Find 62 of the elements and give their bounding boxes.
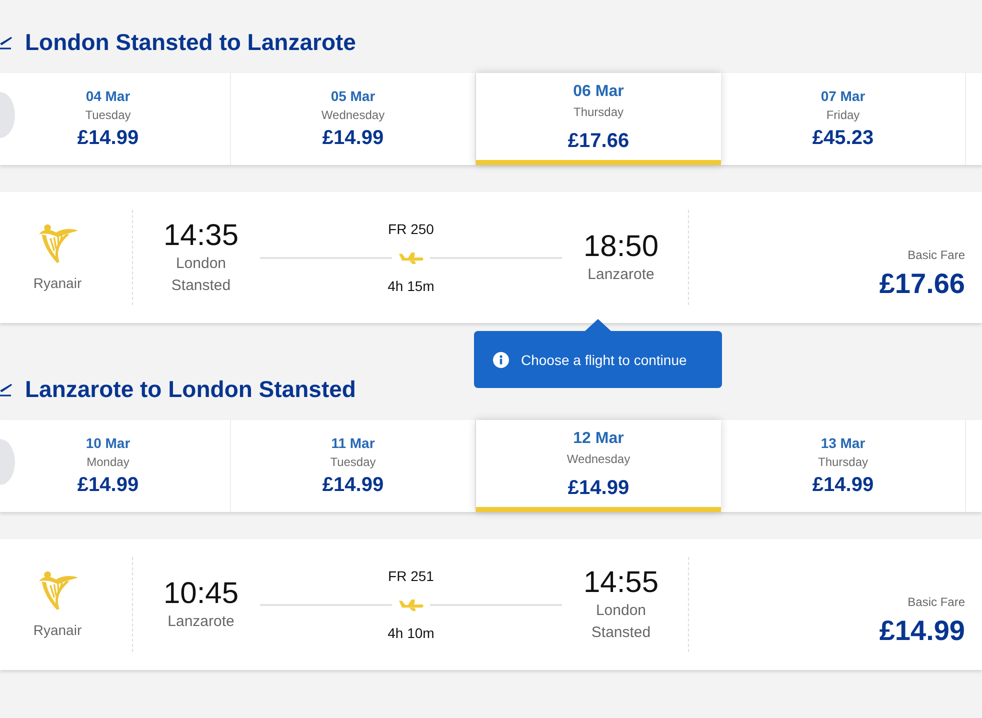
price-text: £14.99	[568, 476, 630, 500]
route-title: London Stansted to Lanzarote	[25, 28, 356, 57]
date-text: 10 Mar	[86, 435, 130, 452]
date-tab[interactable]: 07 Mar Friday £45.23	[721, 73, 966, 165]
date-tab[interactable]: 04 Mar Tuesday £14.99	[0, 73, 231, 165]
price-text: £14.99	[322, 126, 384, 150]
arrival-time: 14:55	[583, 566, 659, 600]
flight-card[interactable]: Ryanair 14:35 London Stansted FR 250 4h 15m 18:50 Lanzarote Basic Fare £17.66	[0, 192, 982, 323]
weekday-text: Tuesday	[85, 108, 131, 123]
date-text: 05 Mar	[330, 88, 376, 105]
weekday-text: Monday	[86, 455, 130, 470]
arrival-airport: London Stansted	[590, 600, 652, 642]
price-text: £45.23	[812, 126, 874, 150]
tooltip-text: Choose a flight to continue	[521, 350, 687, 368]
departure-time: 14:35	[163, 218, 239, 252]
plane-icon	[398, 252, 424, 264]
fare-price: £17.66	[879, 268, 965, 300]
duration-text: 4h 15m	[388, 277, 434, 295]
fare-label: Basic Fare	[908, 595, 965, 610]
fare-label: Basic Fare	[908, 248, 965, 263]
date-text: 04 Mar	[86, 88, 130, 105]
arrival-airport: Lanzarote	[588, 264, 654, 284]
weekday-text: Wednesday	[321, 108, 385, 123]
plane-icon	[398, 599, 424, 611]
price-text: £14.99	[322, 473, 384, 497]
weekday-text: Thursday	[818, 455, 868, 470]
weekday-text: Friday	[826, 108, 860, 123]
airline-name: Ryanair	[33, 274, 82, 292]
departure-airport: Lanzarote	[168, 612, 234, 632]
arrival-time: 18:50	[583, 230, 659, 264]
date-tab[interactable]: 06 Mar Thursday £17.66	[476, 73, 721, 165]
weekday-text: Tuesday	[330, 455, 376, 470]
date-tab[interactable]: 05 Mar Wednesday £14.99	[231, 73, 476, 165]
duration-text: 4h 10m	[388, 624, 434, 642]
price-text: £14.99	[812, 473, 874, 497]
price-text: £14.99	[77, 126, 139, 150]
date-tab[interactable]: 10 Mar Monday £14.99	[0, 420, 231, 512]
price-text: £17.66	[568, 129, 630, 153]
date-text: 07 Mar	[820, 88, 866, 105]
departure-airport: London Stansted	[170, 254, 232, 296]
departure-time: 10:45	[163, 576, 239, 610]
airline-name: Ryanair	[33, 621, 82, 639]
date-text: 11 Mar	[331, 435, 375, 452]
date-text: 13 Mar	[820, 435, 866, 452]
info-icon	[493, 352, 509, 368]
date-tab[interactable]: 11 Mar Tuesday £14.99	[231, 420, 476, 512]
plane-icon	[0, 34, 12, 50]
date-tab[interactable]: 13 Mar Thursday £14.99	[721, 420, 966, 512]
weekday-text: Thursday	[573, 105, 624, 120]
route-title: Lanzarote to London Stansted	[25, 375, 356, 404]
fare-price: £14.99	[879, 615, 965, 647]
flight-card[interactable]: Ryanair 10:45 Lanzarote FR 251 4h 10m 14:55 London Stansted Basic Fare £14.99	[0, 539, 982, 670]
harp-logo-icon	[36, 570, 78, 610]
flight-number: FR 251	[388, 567, 434, 585]
date-tab[interactable]: 12 Mar Wednesday £14.99	[476, 420, 721, 512]
weekday-text: Wednesday	[566, 452, 630, 467]
date-text: 12 Mar	[573, 429, 624, 448]
harp-logo-icon	[36, 223, 78, 263]
date-text: 06 Mar	[573, 82, 624, 101]
flight-number: FR 250	[388, 220, 434, 238]
price-text: £14.99	[77, 473, 139, 497]
plane-icon	[0, 381, 12, 397]
